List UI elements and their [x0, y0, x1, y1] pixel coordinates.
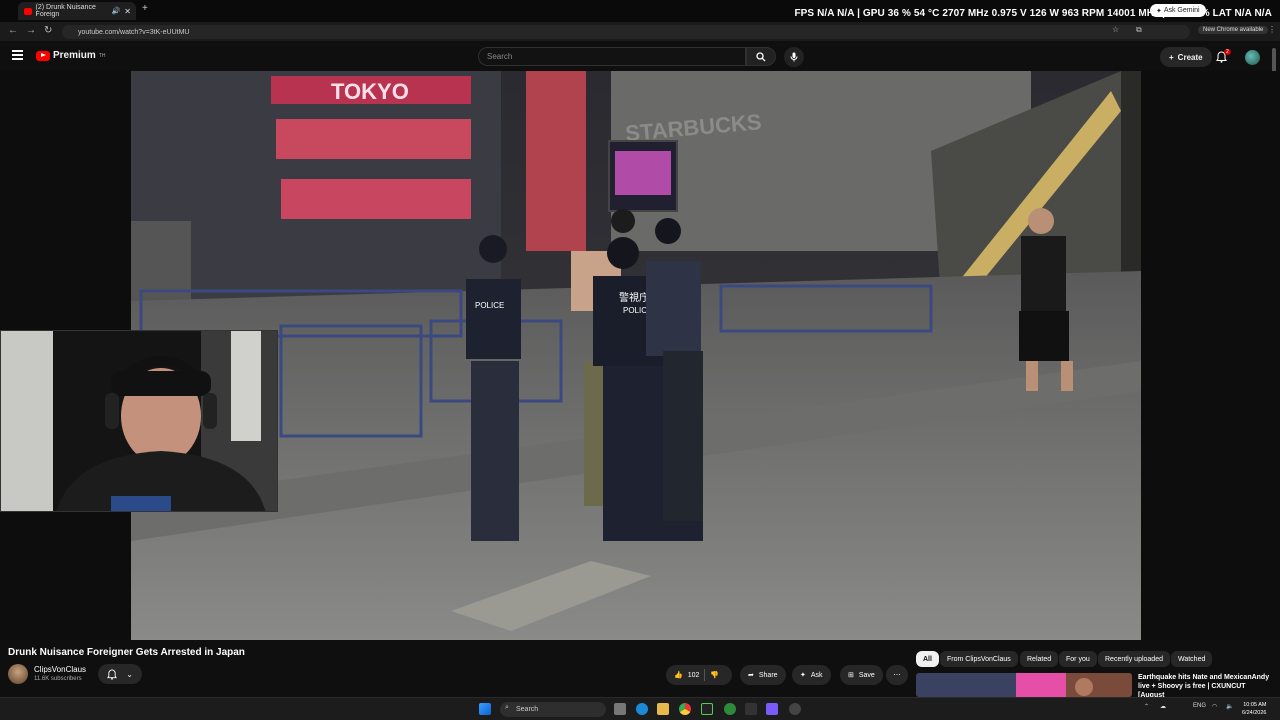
taskbar-search-input[interactable]: ⌕ Search	[500, 702, 606, 717]
more-horizontal-icon: ⋯	[893, 672, 901, 679]
search-button[interactable]	[746, 47, 776, 66]
app-icon[interactable]	[745, 703, 757, 715]
more-actions-button[interactable]: ⋯	[886, 665, 908, 685]
create-button[interactable]: + Create	[1160, 47, 1212, 67]
brand-label: Premium	[53, 50, 96, 61]
subscriber-count: 11.6K subscribers	[34, 676, 82, 682]
share-label: Share	[758, 671, 778, 679]
street-scene-illustration: TOKYO STARBUCKS POLICE 警視庁 POLICE	[131, 71, 1141, 640]
like-count: 102	[687, 671, 700, 679]
browser-tab-bar: (2) Drunk Nuisance Foreign 🔊 ✕ + FPS N/A…	[0, 0, 1280, 22]
chip-related[interactable]: Related	[1020, 651, 1059, 667]
chevron-down-icon: ⌄	[126, 669, 133, 679]
search-icon	[756, 51, 766, 61]
settings-gear-icon[interactable]	[789, 703, 801, 715]
new-chrome-available-button[interactable]: New Chrome available	[1198, 26, 1269, 34]
share-button[interactable]: ➦ Share	[740, 665, 786, 685]
video-title: Drunk Nuisance Foreigner Gets Arrested i…	[8, 647, 245, 658]
search-icon: ⌕	[505, 704, 509, 711]
language-indicator[interactable]: ENG	[1193, 703, 1206, 709]
webcam-overlay	[0, 330, 278, 512]
hamburger-menu-icon[interactable]	[12, 50, 23, 60]
tray-cloud-icon[interactable]: ☁	[1160, 703, 1166, 710]
chip-recently-uploaded[interactable]: Recently uploaded	[1098, 651, 1170, 667]
share-arrow-icon: ➦	[748, 672, 754, 679]
bookmark-star-icon[interactable]: ☆	[1112, 25, 1119, 34]
save-label: Save	[858, 671, 875, 679]
url-text: youtube.com/watch?v=3tK-eUUtMU	[78, 28, 190, 36]
region-label: TH	[98, 52, 106, 59]
youtube-premium-logo[interactable]: Premium TH	[36, 50, 105, 61]
xbox-icon[interactable]	[724, 703, 736, 715]
windows-start-icon[interactable]	[479, 703, 491, 715]
discord-icon[interactable]	[766, 703, 778, 715]
chip-watched[interactable]: Watched	[1171, 651, 1213, 667]
forward-icon[interactable]: →	[26, 25, 36, 36]
account-avatar[interactable]	[1245, 50, 1260, 65]
youtube-play-icon	[36, 50, 50, 61]
extensions-icon[interactable]: ⧉	[1136, 25, 1142, 35]
wifi-icon[interactable]: ◠	[1212, 703, 1217, 710]
chip-all[interactable]: All	[916, 651, 939, 667]
chip-from-channel[interactable]: From ClipsVonClaus	[940, 651, 1018, 667]
edge-icon[interactable]	[636, 703, 648, 715]
microphone-icon	[790, 52, 798, 62]
system-clock[interactable]: 10:05 AM 6/24/2026	[1242, 701, 1266, 717]
notification-count-badge: 2	[1224, 49, 1231, 55]
voice-search-button[interactable]	[784, 47, 804, 67]
officer-left-figure: POLICE	[466, 235, 521, 541]
police-label-left: POLICE	[475, 301, 504, 310]
video-frame: TOKYO STARBUCKS POLICE 警視庁 POLICE	[131, 71, 1141, 640]
bell-icon	[107, 668, 118, 680]
channel-avatar[interactable]	[8, 664, 28, 684]
browser-address-bar: ← → ↻ youtube.com/watch?v=3tK-eUUtMU ☆ ⧉…	[0, 22, 1280, 41]
tab-title: (2) Drunk Nuisance Foreign	[35, 4, 96, 18]
like-button[interactable]: 👍 102	[674, 671, 700, 680]
chrome-menu-icon[interactable]: ⋮	[1268, 25, 1276, 34]
url-field[interactable]: youtube.com/watch?v=3tK-eUUtMU	[62, 25, 1190, 39]
webcam-streamer-illustration	[1, 331, 277, 511]
close-tab-icon[interactable]: ✕	[124, 7, 131, 16]
channel-name[interactable]: ClipsVonClaus	[34, 665, 86, 674]
video-player[interactable]: TOKYO STARBUCKS POLICE 警視庁 POLICE	[0, 71, 1280, 640]
tray-chevron-up-icon[interactable]: ⌃	[1144, 703, 1149, 710]
recommendation-thumbnail[interactable]	[916, 673, 1132, 697]
keishicho-label: 警視庁	[619, 291, 649, 304]
reload-icon[interactable]: ↻	[44, 25, 52, 36]
ask-label: Ask	[810, 671, 823, 679]
youtube-favicon-icon	[24, 7, 32, 15]
chrome-icon[interactable]	[679, 703, 691, 715]
recommendation-title[interactable]: Earthquake hits Nate and MexicanAndy liv…	[1138, 673, 1270, 700]
browser-tab-active[interactable]: (2) Drunk Nuisance Foreign 🔊 ✕	[18, 2, 136, 20]
task-view-icon[interactable]	[614, 703, 626, 715]
ask-gemini-button[interactable]: ✦ Ask Gemini	[1150, 4, 1206, 17]
create-label: Create	[1177, 52, 1203, 62]
plus-icon: +	[1169, 52, 1174, 62]
volume-icon[interactable]: 🔈	[1226, 703, 1233, 710]
tokyo-sign: TOKYO	[331, 79, 409, 104]
new-tab-button[interactable]: +	[142, 3, 148, 14]
youtube-header: Premium TH Search + Create 2	[0, 41, 1280, 71]
windows-taskbar: ⌕ Search ⌃ ☁ ENG ◠ 🔈 10:05 AM 6/24/2026	[0, 697, 1280, 720]
search-placeholder: Search	[487, 52, 513, 61]
save-button[interactable]: ⊞ Save	[840, 665, 883, 685]
back-icon[interactable]: ←	[8, 25, 18, 36]
taskbar-search-placeholder: Search	[516, 706, 539, 713]
terminal-icon[interactable]	[701, 703, 713, 715]
thumbs-down-icon[interactable]: 👎	[710, 671, 719, 679]
thumbnail-image	[916, 673, 1132, 697]
clock-date: 6/24/2026	[1242, 710, 1267, 716]
ask-button[interactable]: ✦ Ask	[792, 665, 831, 685]
chip-for-you[interactable]: For you	[1059, 651, 1097, 667]
save-playlist-icon: ⊞	[848, 672, 854, 679]
file-explorer-icon[interactable]	[657, 703, 669, 715]
like-dislike-group: 👍 102 👎	[666, 665, 732, 685]
clock-time: 10:05 AM	[1243, 702, 1267, 708]
sparkle-icon: ✦	[800, 672, 806, 679]
thumbs-up-icon: 👍	[674, 672, 683, 679]
search-input[interactable]: Search	[478, 47, 746, 66]
subscription-bell-button[interactable]: ⌄	[98, 664, 142, 684]
ask-gemini-label: Ask Gemini	[1163, 7, 1200, 14]
speaker-icon[interactable]: 🔊	[112, 7, 121, 15]
